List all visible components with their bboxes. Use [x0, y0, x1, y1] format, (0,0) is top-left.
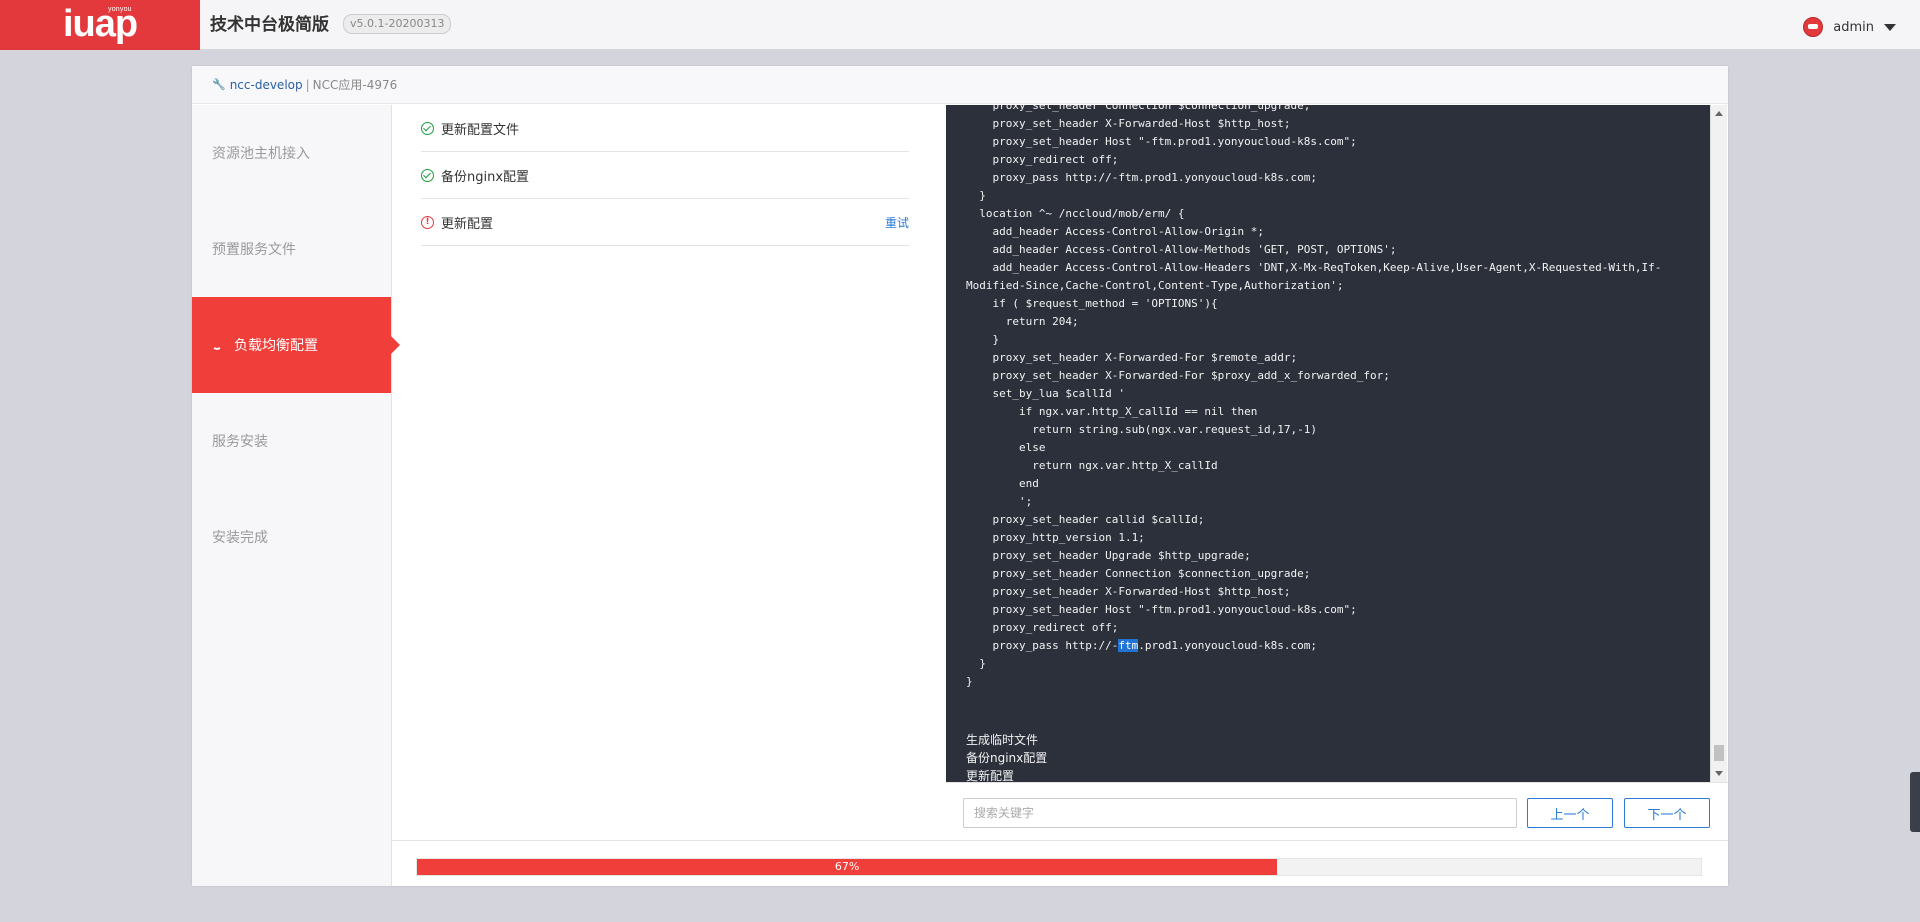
step-label: 负载均衡配置 — [234, 338, 318, 354]
avatar[interactable] — [1803, 17, 1824, 37]
caret-down-icon[interactable] — [1884, 23, 1896, 31]
user-name[interactable]: admin — [1833, 20, 1874, 35]
app-title: 技术中台极简版 — [210, 15, 329, 35]
progress-section: 67% — [391, 840, 1728, 887]
breadcrumb-project[interactable]: ncc-develop — [230, 78, 303, 92]
log-status-line: 生成临时文件 — [966, 733, 1039, 747]
log-scrollbar[interactable] — [1710, 105, 1727, 782]
search-input[interactable] — [963, 798, 1517, 828]
progress-label: 67% — [834, 860, 860, 873]
progress-bar: 67% — [416, 858, 1702, 876]
step-label: 服务安装 — [212, 434, 268, 450]
scroll-thumb[interactable] — [1714, 745, 1724, 761]
log-status-line: 备份nginx配置 — [966, 751, 1048, 765]
breadcrumb-app: NCC应用-4976 — [312, 78, 398, 92]
top-header: yonyou iuap 技术中台极简版 v5.0.1-20200313 admi… — [0, 0, 1920, 50]
user-menu[interactable]: admin — [1803, 16, 1896, 38]
log-status-line: 更新配置 — [966, 769, 1015, 782]
step-host-access[interactable]: 资源池主机接入 — [192, 105, 391, 201]
prev-match-button[interactable]: 上一个 — [1527, 798, 1613, 828]
breadcrumb-separator: | — [305, 77, 310, 92]
search-highlight: ftm — [1118, 639, 1139, 652]
log-search-bar: 上一个 下一个 — [946, 782, 1728, 841]
log-status-lines: 生成临时文件 备份nginx配置 更新配置 — [966, 731, 1047, 782]
scroll-up-icon[interactable] — [1715, 111, 1723, 116]
iuap-logo[interactable]: yonyou iuap — [0, 0, 200, 50]
version-badge: v5.0.1-20200313 — [343, 14, 452, 34]
check-circle-icon — [421, 121, 434, 135]
step-label: 资源池主机接入 — [212, 146, 310, 162]
step-label: 安装完成 — [212, 530, 268, 546]
next-match-button[interactable]: 下一个 — [1624, 798, 1710, 828]
step-install-complete[interactable]: 安装完成 — [192, 489, 391, 585]
log-text-before: proxy_set_header Connection $connection_… — [966, 105, 1662, 652]
task-item: ! 更新配置 重试 — [421, 199, 909, 246]
step-label: 预置服务文件 — [212, 242, 296, 258]
log-viewer[interactable]: proxy_set_header Connection $connection_… — [946, 105, 1710, 782]
error-circle-icon: ! — [421, 215, 434, 229]
step-load-balance[interactable]: 负载均衡配置 — [192, 297, 400, 393]
side-widget-tab[interactable] — [1910, 772, 1920, 832]
step-sidebar: 资源池主机接入 预置服务文件 负载均衡配置 服务安装 安装完成 — [192, 105, 400, 886]
breadcrumb: 🔧 ncc-develop | NCC应用-4976 — [192, 66, 1728, 104]
main-panel: 🔧 ncc-develop | NCC应用-4976 资源池主机接入 预置服务文… — [192, 66, 1728, 886]
task-item: 更新配置文件 — [421, 105, 909, 152]
task-label: 更新配置文件 — [441, 122, 520, 138]
wrench-icon: 🔧 — [212, 78, 226, 91]
retry-link[interactable]: 重试 — [885, 214, 909, 231]
step-preset-files[interactable]: 预置服务文件 — [192, 201, 391, 297]
loading-spinner-icon — [212, 340, 222, 350]
scroll-down-icon[interactable] — [1715, 771, 1723, 776]
step-service-install[interactable]: 服务安装 — [192, 393, 391, 489]
task-list: 更新配置文件 备份nginx配置 ! 更新配置 重试 — [421, 105, 909, 246]
logo-main-text: iuap — [63, 3, 138, 45]
task-item: 备份nginx配置 — [421, 152, 909, 199]
log-text: proxy_set_header Connection $connection_… — [946, 105, 1661, 691]
task-label: 备份nginx配置 — [441, 169, 530, 185]
check-circle-icon — [421, 168, 434, 182]
task-label: 更新配置 — [441, 216, 494, 232]
